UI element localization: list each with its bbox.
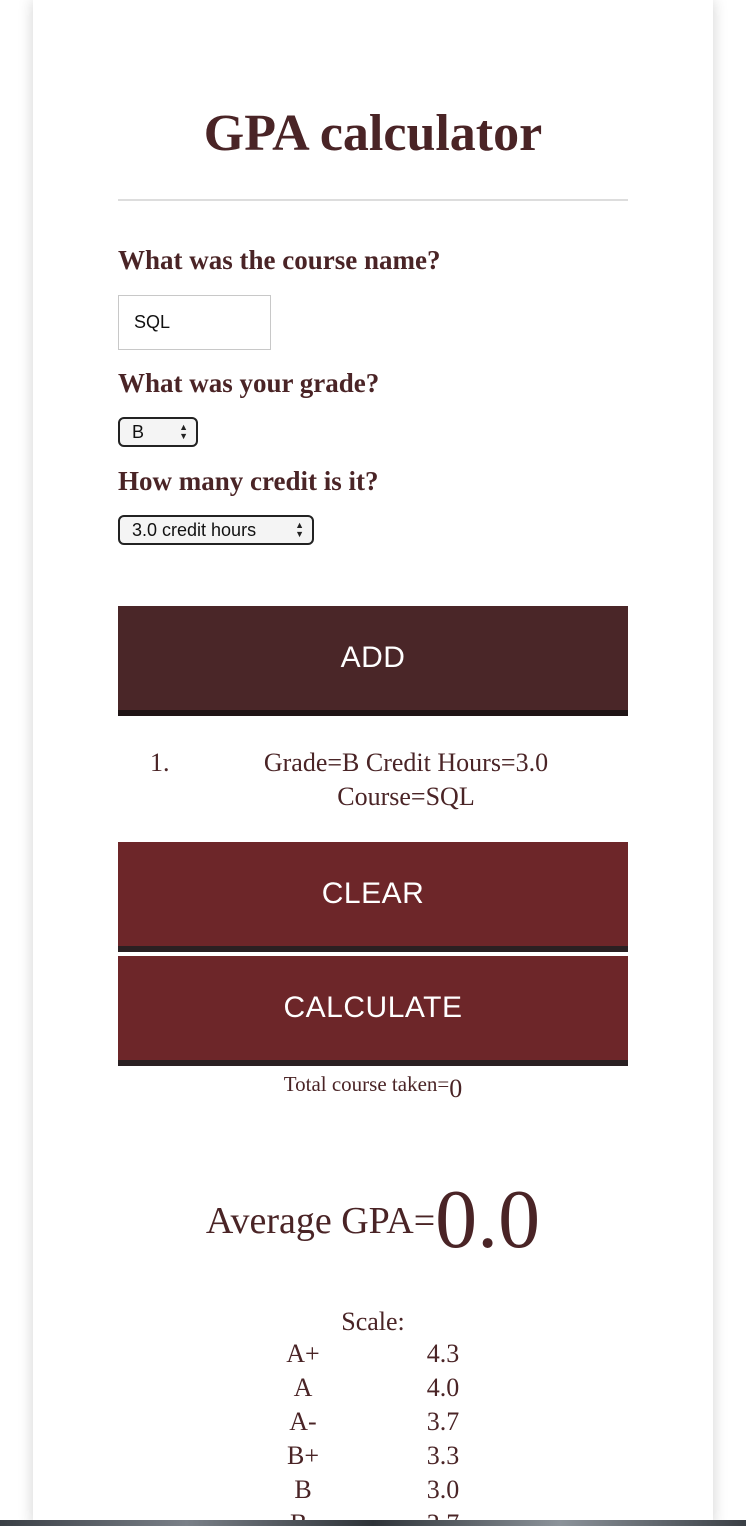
average-gpa-label: Average GPA= — [205, 1200, 436, 1242]
scale-row: B+ 3.3 — [33, 1441, 713, 1475]
scale-grade: A- — [289, 1407, 317, 1436]
scale-grade: B+ — [286, 1441, 319, 1470]
scale-points: 4.0 — [426, 1373, 460, 1402]
page-title: GPA calculator — [203, 105, 543, 162]
total-courses-value: 0 — [449, 1074, 463, 1103]
grade-label: What was your grade? — [118, 368, 380, 398]
scale-title: Scale: — [341, 1307, 405, 1336]
list-item-number: 1. — [150, 748, 170, 777]
credit-select[interactable]: 3.0 credit hours ▲ ▼ — [118, 515, 314, 545]
scale-points: 3.0 — [426, 1475, 460, 1504]
scale-points: 4.3 — [426, 1339, 460, 1368]
window-bottom-strip — [0, 1520, 746, 1526]
scale-points: 3.7 — [426, 1407, 460, 1436]
scale-row: B 3.0 — [33, 1475, 713, 1509]
average-gpa-value: 0.0 — [435, 1173, 541, 1266]
list-item-line: Course=SQL — [337, 782, 475, 811]
calculate-button[interactable]: CALCULATE — [118, 956, 628, 1066]
scale-grade: A — [293, 1373, 313, 1402]
scale-row: A 4.0 — [33, 1373, 713, 1407]
list-item-text: Grade=B Credit Hours=3.0 Course=SQL — [218, 746, 594, 814]
grade-scale: Scale: A+ 4.3 A 4.0 A- 3.7 B+ 3.3 B 3.0 … — [33, 1305, 713, 1526]
scale-grade: A+ — [286, 1339, 320, 1368]
title-divider — [118, 199, 628, 201]
scale-points: 3.3 — [426, 1441, 460, 1470]
add-button[interactable]: ADD — [118, 606, 628, 716]
course-name-input[interactable] — [118, 295, 271, 350]
total-courses: Total course taken=0 — [33, 1068, 713, 1103]
credit-select-value: 3.0 credit hours — [132, 519, 257, 540]
grade-select-value: B — [132, 421, 145, 442]
select-arrows-icon: ▲ ▼ — [179, 422, 188, 441]
total-courses-label: Total course taken= — [283, 1072, 450, 1096]
average-gpa: Average GPA=0.0 — [33, 1170, 713, 1270]
grade-select[interactable]: B ▲ ▼ — [118, 417, 198, 447]
scale-row: A+ 4.3 — [33, 1339, 713, 1373]
scale-row: A- 3.7 — [33, 1407, 713, 1441]
clear-button[interactable]: CLEAR — [118, 842, 628, 952]
calculator-card: GPA calculator What was the course name?… — [33, 0, 713, 1526]
select-arrows-icon: ▲ ▼ — [295, 520, 304, 539]
list-item-line: Grade=B Credit Hours=3.0 — [263, 748, 549, 777]
credit-label: How many credit is it? — [118, 466, 379, 496]
scale-grade: B — [294, 1475, 312, 1504]
course-name-label: What was the course name? — [118, 245, 441, 275]
